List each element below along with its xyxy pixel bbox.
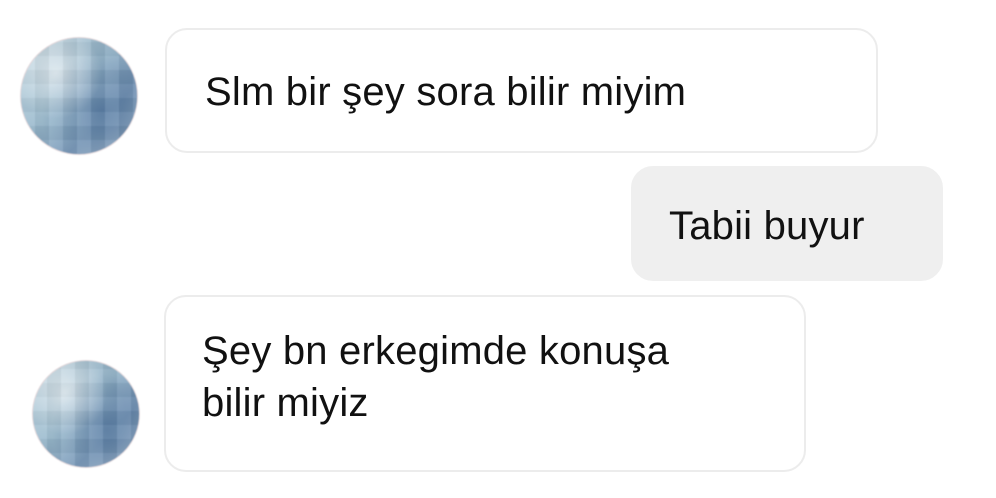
- avatar-image-blurred: [21, 38, 137, 154]
- message-text-line-1: Şey bn erkegimde konuşa: [202, 329, 670, 373]
- sender-avatar[interactable]: [32, 360, 140, 468]
- avatar-image-blurred: [33, 361, 139, 467]
- message-bubble-incoming[interactable]: Şey bn erkegimde konuşa bilir miyiz: [164, 295, 806, 472]
- message-bubble-outgoing[interactable]: Tabii buyur: [631, 166, 943, 281]
- message-text-line-2: bilir miyiz: [202, 381, 369, 425]
- message-text: Slm bir şey sora bilir miyim: [205, 70, 687, 114]
- message-text: Tabii buyur: [669, 204, 865, 248]
- message-bubble-incoming[interactable]: Slm bir şey sora bilir miyim: [165, 28, 878, 153]
- sender-avatar[interactable]: [20, 37, 138, 155]
